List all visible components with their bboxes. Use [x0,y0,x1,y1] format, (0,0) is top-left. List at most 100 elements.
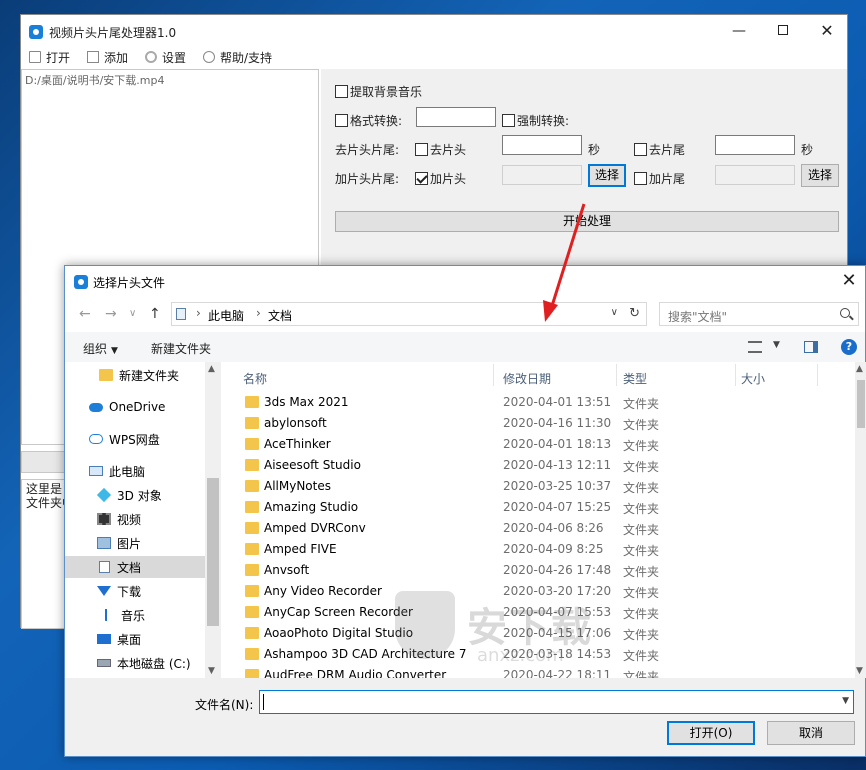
nav-item-onedrive[interactable]: OneDrive [65,396,205,418]
file-date: 2020-03-18 14:53 [503,647,612,661]
forward-arrow-icon[interactable]: → [105,306,117,322]
remove-head-checkbox[interactable] [415,143,428,156]
force-convert-checkbox[interactable] [502,114,515,127]
open-dialog-button[interactable]: 打开(O) [667,721,755,745]
add-head-checkbox[interactable] [415,172,428,185]
column-divider[interactable] [616,364,617,386]
table-row[interactable]: AceThinker 2020-04-01 18:13 文件夹 [223,434,851,455]
search-placeholder: 搜索"文档" [668,310,728,324]
settings-button[interactable]: 设置 [145,49,186,65]
table-row[interactable]: AudFree DRM Audio Converter 2020-04-22 18… [223,665,851,678]
column-name[interactable]: 名称 [243,370,267,387]
table-row[interactable]: Anvsoft 2020-04-26 17:48 文件夹 [223,560,851,581]
organize-button[interactable]: 组织 ▼ [83,340,118,357]
minimize-button[interactable]: — [729,23,749,39]
dialog-close-button[interactable]: ✕ [839,270,859,291]
open-button[interactable]: 打开 [29,49,70,65]
add-tail-checkbox[interactable] [634,172,647,185]
nav-item-wps-cloud[interactable]: WPS网盘 [65,428,205,450]
table-row[interactable]: AoaoPhoto Digital Studio 2020-04-15 17:06… [223,623,851,644]
scroll-up-icon[interactable]: ▲ [208,364,215,374]
remove-head-option[interactable]: 去片头 [415,141,466,158]
table-row[interactable]: 3ds Max 2021 2020-04-01 13:51 文件夹 [223,392,851,413]
format-convert-checkbox[interactable] [335,114,348,127]
cancel-dialog-button[interactable]: 取消 [767,721,855,745]
file-type: 文件夹 [623,565,660,579]
help-button[interactable]: 帮助/支持 [203,49,272,65]
scroll-down-icon[interactable]: ▼ [208,666,215,676]
refresh-icon[interactable]: ↻ [629,306,640,321]
table-row[interactable]: Amped FIVE 2020-04-09 8:25 文件夹 [223,539,851,560]
table-row[interactable]: abylonsoft 2020-04-16 11:30 文件夹 [223,413,851,434]
content-scrollbar[interactable]: ▲ ▼ [855,362,866,678]
picture-icon [97,537,111,549]
nav-scrollbar[interactable]: ▲ ▼ [205,362,221,678]
column-type[interactable]: 类型 [623,370,647,387]
search-box[interactable]: 搜索"文档" [659,302,859,326]
add-button[interactable]: 添加 [87,49,128,65]
filename-dropdown-icon[interactable]: ▼ [842,696,849,706]
nav-item-videos[interactable]: 视频 [65,508,205,530]
format-input[interactable] [416,107,496,127]
nav-item-documents[interactable]: 文档 [65,556,205,578]
nav-item-desktop[interactable]: 桌面 [65,628,205,650]
breadcrumb-this-pc[interactable]: 此电脑 [208,307,244,324]
remove-tail-option[interactable]: 去片尾 [634,141,685,158]
nav-item-music[interactable]: 音乐 [65,604,205,626]
column-size[interactable]: 大小 [741,370,765,387]
extract-music-option[interactable]: 提取背景音乐 [335,83,422,100]
nav-item-this-pc[interactable]: 此电脑 [65,460,205,482]
start-process-button[interactable]: 开始处理 [335,211,839,232]
filename-input[interactable]: ▼ [259,690,854,714]
scroll-down-icon[interactable]: ▼ [856,666,863,676]
back-arrow-icon[interactable]: ← [79,306,91,322]
remove-head-seconds-input[interactable] [502,135,582,155]
add-head-option[interactable]: 加片头 [415,170,466,187]
table-row[interactable]: AllMyNotes 2020-03-25 10:37 文件夹 [223,476,851,497]
column-divider[interactable] [817,364,818,386]
table-row[interactable]: AnyCap Screen Recorder 2020-04-07 15:53 文件… [223,602,851,623]
column-divider[interactable] [493,364,494,386]
nav-item-pictures[interactable]: 图片 [65,532,205,554]
address-dropdown-icon[interactable]: ∨ [611,307,618,318]
file-dialog: 选择片头文件 ✕ ← → ∨ ↑ › 此电脑 › 文档 ∨ ↻ 搜索"文档" 组… [64,265,866,757]
nav-item-3d-objects[interactable]: 3D 对象 [65,484,205,506]
preview-pane-icon[interactable] [804,341,818,353]
folder-icon [245,606,259,618]
choose-head-button[interactable]: 选择 [588,164,626,187]
choose-tail-button[interactable]: 选择 [801,164,839,187]
view-options-icon[interactable] [748,341,762,353]
tail-file-input[interactable] [715,165,795,185]
view-caret-icon[interactable]: ▼ [773,340,780,350]
nav-item-new-folder[interactable]: 新建文件夹 [65,364,205,386]
nav-scroll-thumb[interactable] [207,478,219,626]
maximize-button[interactable] [773,23,793,39]
column-divider[interactable] [735,364,736,386]
recent-dropdown-icon[interactable]: ∨ [129,308,136,319]
table-row[interactable]: Ashampoo 3D CAD Architecture 7 2020-03-18… [223,644,851,665]
table-row[interactable]: Any Video Recorder 2020-03-20 17:20 文件夹 [223,581,851,602]
table-row[interactable]: Amped DVRConv 2020-04-06 8:26 文件夹 [223,518,851,539]
up-arrow-icon[interactable]: ↑ [149,306,161,322]
add-tail-option[interactable]: 加片尾 [634,170,685,187]
table-row[interactable]: Amazing Studio 2020-04-07 15:25 文件夹 [223,497,851,518]
force-convert-option[interactable]: 强制转换: [502,112,569,129]
close-button[interactable]: ✕ [817,23,837,39]
help-icon[interactable]: ? [841,339,857,355]
remove-tail-seconds-input[interactable] [715,135,795,155]
column-date[interactable]: 修改日期 [503,370,551,387]
remove-tail-checkbox[interactable] [634,143,647,156]
address-bar[interactable]: › 此电脑 › 文档 ∨ ↻ [171,302,647,326]
format-convert-option[interactable]: 格式转换: [335,112,402,129]
content-scroll-thumb[interactable] [857,380,865,428]
nav-item-local-disk[interactable]: 本地磁盘 (C:) [65,652,205,674]
breadcrumb-documents[interactable]: 文档 [268,307,292,324]
extract-music-checkbox[interactable] [335,85,348,98]
head-file-input[interactable] [502,165,582,185]
nav-item-downloads[interactable]: 下载 [65,580,205,602]
list-item[interactable]: D:/桌面/说明书/安下载.mp4 [22,70,318,90]
remove-tail-label: 去片尾 [649,143,686,157]
scroll-up-icon[interactable]: ▲ [856,364,863,374]
table-row[interactable]: Aiseesoft Studio 2020-04-13 12:11 文件夹 [223,455,851,476]
new-folder-button[interactable]: 新建文件夹 [151,340,211,357]
